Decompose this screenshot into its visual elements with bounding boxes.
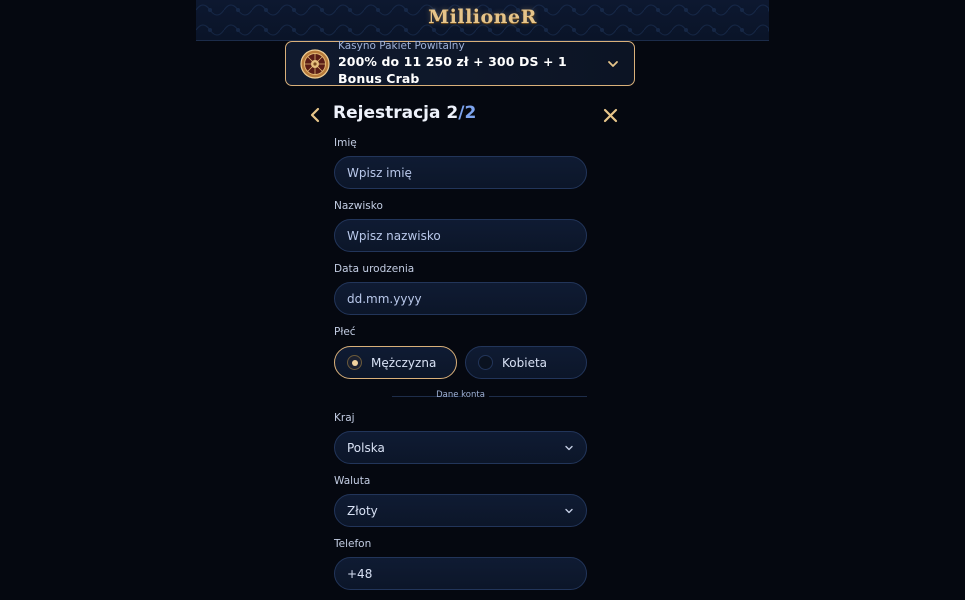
- roulette-wheel-icon: [300, 48, 330, 79]
- welcome-bonus-banner[interactable]: Kasyno Pakiet Powitalny 200% do 11 250 z…: [285, 40, 635, 86]
- chevron-down-icon: [608, 60, 618, 67]
- brand-logo[interactable]: MillioneR: [196, 6, 769, 28]
- promo-headline: 200% do 11 250 zł + 300 DS + 1 Bonus Cra…: [338, 54, 567, 86]
- chevron-down-icon: [565, 445, 573, 450]
- chevron-down-icon: [565, 508, 573, 513]
- promo-subtitle: Kasyno Pakiet Powitalny: [338, 40, 465, 52]
- back-arrow-icon[interactable]: [308, 107, 322, 123]
- page-title: Rejestracja 2/2: [333, 103, 476, 123]
- gender-option-male[interactable]: Mężczyzna: [334, 346, 457, 379]
- close-icon[interactable]: [603, 108, 618, 123]
- birth-date-placeholder: dd.mm.yyyy: [347, 291, 422, 306]
- currency-label: Waluta: [334, 475, 371, 487]
- radio-selected-icon: [347, 355, 362, 370]
- title-text: Rejestracja: [333, 103, 441, 123]
- first-name-input[interactable]: Wpisz imię: [334, 156, 587, 189]
- last-name-input[interactable]: Wpisz nazwisko: [334, 219, 587, 252]
- top-bar: MillioneR: [196, 0, 769, 41]
- country-select[interactable]: Polska: [334, 431, 587, 464]
- gender-label: Płeć: [334, 326, 356, 338]
- last-name-label: Nazwisko: [334, 200, 383, 212]
- section-title-account: Dane konta: [436, 390, 485, 400]
- step-current: 2: [446, 103, 459, 123]
- birth-date-input[interactable]: dd.mm.yyyy: [334, 282, 587, 315]
- country-label: Kraj: [334, 412, 355, 424]
- currency-select[interactable]: Złoty: [334, 494, 587, 527]
- registration-header: Rejestracja 2/2: [308, 102, 620, 128]
- radio-unselected-icon: [478, 355, 493, 370]
- currency-value: Złoty: [347, 503, 378, 518]
- birth-date-label: Data urodzenia: [334, 263, 415, 275]
- step-total: /2: [458, 103, 477, 123]
- section-divider: Dane konta: [334, 390, 587, 402]
- gender-option-label: Mężczyzna: [371, 355, 437, 370]
- gender-option-label: Kobieta: [502, 355, 548, 370]
- first-name-placeholder: Wpisz imię: [347, 165, 412, 180]
- phone-prefix: +48: [347, 566, 373, 581]
- phone-input[interactable]: +48: [334, 557, 587, 590]
- first-name-label: Imię: [334, 137, 357, 149]
- phone-label: Telefon: [334, 538, 372, 550]
- last-name-placeholder: Wpisz nazwisko: [347, 228, 441, 243]
- gender-option-female[interactable]: Kobieta: [465, 346, 587, 379]
- country-value: Polska: [347, 440, 385, 455]
